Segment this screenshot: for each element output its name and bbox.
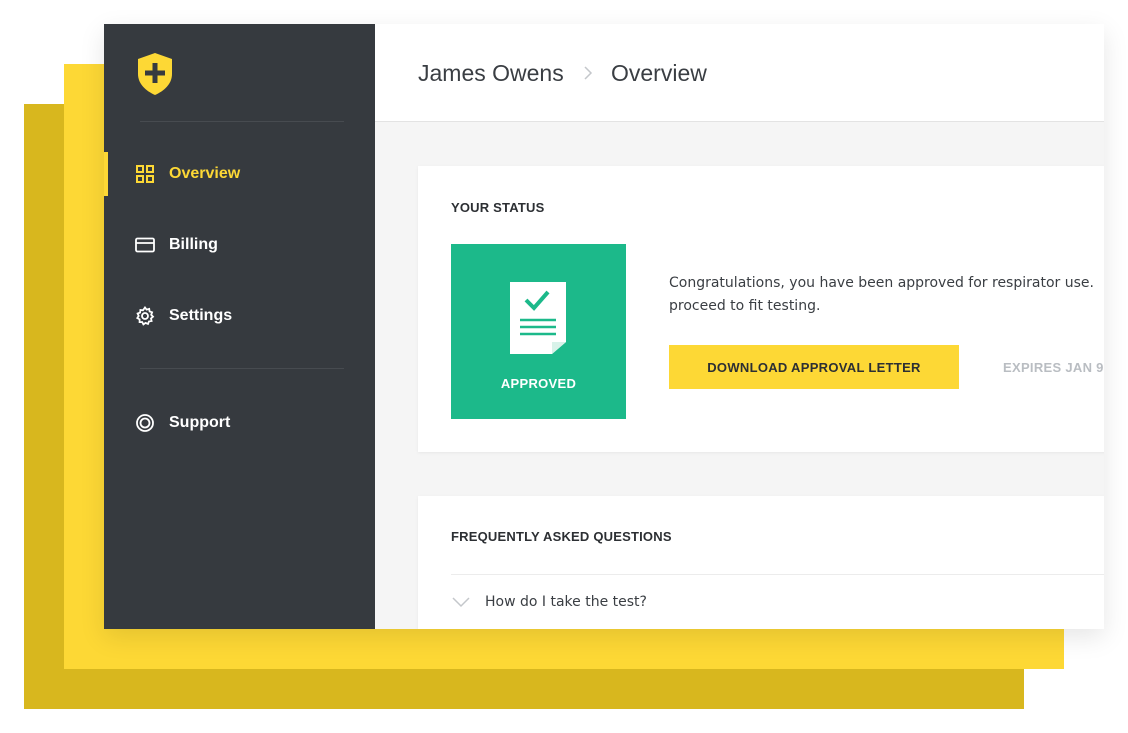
main-content: James Owens Overview YOUR STATUS APPROVE… [375, 24, 1104, 629]
approved-label: APPROVED [500, 376, 577, 391]
sidebar-item-overview[interactable]: Overview [104, 152, 375, 196]
breadcrumb-current: Overview [611, 60, 707, 86]
gear-icon [135, 306, 155, 326]
faq-divider [451, 574, 1104, 575]
faq-item[interactable]: How do I take the test? [451, 594, 647, 610]
sidebar-item-support[interactable]: Support [104, 401, 375, 445]
expiry-date: EXPIRES JAN 9, [1003, 360, 1104, 375]
faq-question: How do I take the test? [485, 594, 647, 610]
grid-icon [135, 164, 155, 184]
faq-card: FREQUENTLY ASKED QUESTIONS How do I take… [418, 496, 1104, 629]
credit-card-icon [135, 235, 155, 255]
sidebar-item-billing[interactable]: Billing [104, 223, 375, 267]
sidebar-item-settings[interactable]: Settings [104, 294, 375, 338]
page-header: James Owens Overview [375, 24, 1104, 122]
download-approval-letter-button[interactable]: DOWNLOAD APPROVAL LETTER [669, 345, 959, 389]
chevron-right-icon [581, 66, 595, 80]
sidebar-divider [140, 368, 344, 369]
lifebuoy-icon [135, 413, 155, 433]
status-card: YOUR STATUS APPROVED Congratulations, yo… [418, 166, 1104, 452]
status-message: Congratulations, you have been approved … [669, 275, 1094, 314]
sidebar-item-label: Overview [169, 165, 241, 182]
sidebar-item-label: Billing [169, 236, 218, 253]
sidebar-item-label: Settings [169, 307, 233, 324]
breadcrumb-user[interactable]: James Owens [418, 60, 564, 87]
approved-badge: APPROVED [451, 244, 626, 419]
shield-plus-icon [136, 52, 174, 96]
sidebar-divider [140, 121, 344, 122]
sidebar: Overview Billing Settings Support [104, 24, 375, 629]
document-check-icon [510, 282, 566, 354]
app-window: Overview Billing Settings Support James … [104, 24, 1104, 629]
status-card-title: YOUR STATUS [451, 200, 545, 215]
sidebar-item-label: Support [169, 414, 231, 431]
chevron-down-icon [452, 597, 470, 608]
faq-card-title: FREQUENTLY ASKED QUESTIONS [451, 529, 672, 544]
